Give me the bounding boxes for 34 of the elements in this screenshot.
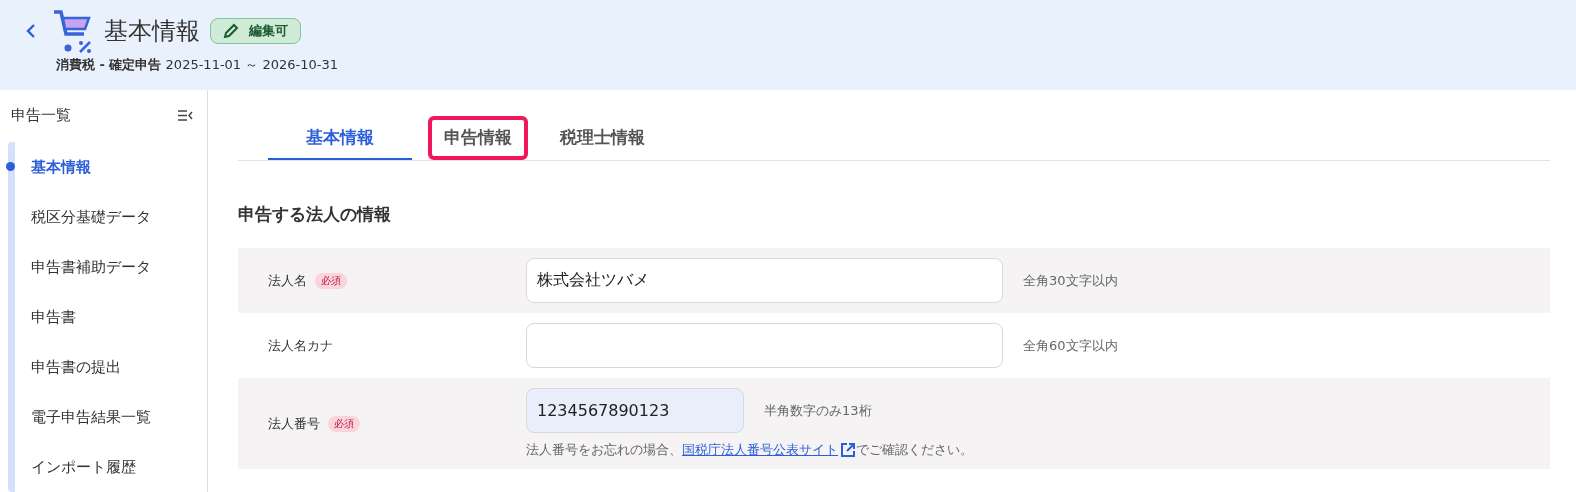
pencil-icon	[223, 23, 239, 39]
required-tag: 必須	[315, 272, 347, 289]
sidebar-item[interactable]: 申告書補助データ	[15, 242, 207, 292]
field-hint: 全角60文字以内	[1023, 336, 1118, 355]
external-link[interactable]: 国税庁法人番号公表サイト	[682, 441, 856, 459]
sidebar-item[interactable]: インポート履歴	[15, 442, 207, 492]
field-label: 法人番号	[268, 414, 320, 433]
input-field[interactable]: 株式会社ツバメ	[526, 258, 1003, 303]
editable-badge: 編集可	[210, 18, 301, 44]
tab[interactable]: 基本情報	[268, 116, 412, 160]
page-title: 基本情報	[104, 16, 200, 47]
chevron-left-icon	[26, 24, 36, 38]
input-field[interactable]: 1234567890123	[526, 388, 744, 433]
sidebar-item[interactable]: 税区分基礎データ	[15, 192, 207, 242]
tab[interactable]: 申告情報	[428, 116, 528, 160]
collapse-icon[interactable]	[178, 109, 193, 121]
tab[interactable]: 税理士情報	[544, 116, 661, 160]
field-label: 法人名カナ	[268, 336, 333, 355]
sidebar-item[interactable]: 申告書の提出	[15, 342, 207, 392]
external-link-icon	[840, 442, 856, 458]
cart-icon	[52, 8, 94, 54]
sidebar-title: 申告一覧	[11, 105, 71, 125]
sidebar-item[interactable]: 電子申告結果一覧	[15, 392, 207, 442]
sidebar-item[interactable]: 基本情報	[15, 142, 207, 192]
period-subtitle: 消費税 - 確定申告 2025-11-01 ～ 2026-10-31	[56, 56, 339, 74]
note-text: でご確認ください。	[856, 441, 973, 459]
sidebar-item[interactable]: 申告書	[15, 292, 207, 342]
field-hint: 全角30文字以内	[1023, 271, 1118, 290]
field-label: 法人名	[268, 271, 307, 290]
field-hint: 半角数字のみ13桁	[764, 401, 872, 420]
note-text: 法人番号をお忘れの場合、	[526, 441, 682, 459]
section-title: 申告する法人の情報	[238, 203, 392, 226]
input-field[interactable]	[526, 323, 1003, 368]
required-tag: 必須	[328, 415, 360, 432]
